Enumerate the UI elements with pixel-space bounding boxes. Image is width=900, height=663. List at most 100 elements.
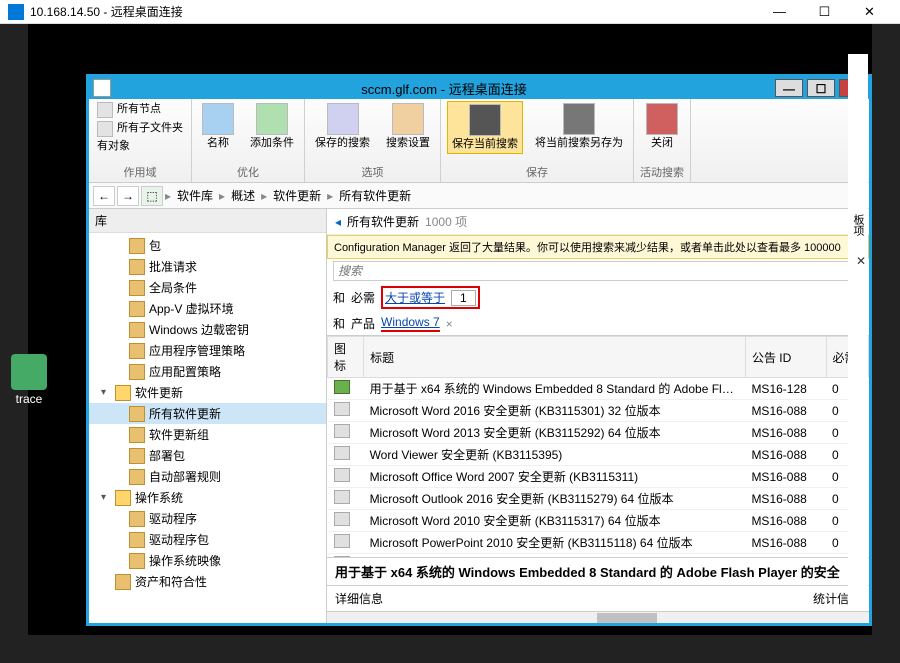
col-title[interactable]: 标题	[364, 337, 746, 378]
saved-search-button[interactable]: 保存的搜索	[311, 101, 374, 152]
tree-item-label: 软件更新组	[149, 426, 209, 443]
tree-item-label: 操作系统映像	[149, 552, 221, 569]
tree-item[interactable]: ▾操作系统	[89, 487, 326, 508]
filter-value[interactable]: 1	[451, 290, 476, 306]
search-input[interactable]	[333, 261, 863, 281]
tree-item[interactable]: 批准请求	[89, 256, 326, 277]
update-icon	[334, 468, 350, 482]
highlight-box: 大于或等于 1	[381, 286, 480, 309]
tree-item[interactable]: App-V 虚拟环境	[89, 298, 326, 319]
save-current-search-button[interactable]: 保存当前搜索	[447, 101, 523, 154]
outer-titlebar[interactable]: 10.168.14.50 - 远程桌面连接 — ☐ ✕	[0, 0, 900, 24]
current-obj-button[interactable]: 有对象	[95, 139, 185, 154]
cell-bulletin: MS16-128	[745, 378, 826, 400]
breadcrumb-item[interactable]: 概述	[225, 187, 261, 204]
tree-item[interactable]: 资产和符合性	[89, 571, 326, 592]
remove-filter-button[interactable]: ×	[446, 317, 453, 331]
horizontal-scrollbar[interactable]	[327, 611, 869, 623]
tree-item[interactable]: 应用程序管理策略	[89, 340, 326, 361]
tree-item-label: 驱动程序包	[149, 531, 209, 548]
save-search-as-button[interactable]: 将当前搜索另存为	[531, 101, 627, 152]
tree-item[interactable]: 驱动程序	[89, 508, 326, 529]
update-icon	[334, 380, 350, 394]
inner-titlebar[interactable]: sccm.glf.com - 远程桌面连接 — ☐ ✕	[89, 77, 869, 99]
all-nodes-button[interactable]: 所有节点	[95, 101, 185, 119]
tree-item-label: 包	[149, 237, 161, 254]
cell-title: Microsoft Word 2013 安全更新 (KB3115292) 64 …	[364, 422, 746, 444]
breadcrumb-item[interactable]: 所有软件更新	[333, 187, 417, 204]
tree-item-label: Windows 边载密钥	[149, 321, 249, 338]
tree-item-label: 驱动程序	[149, 510, 197, 527]
filter-product-link[interactable]: Windows 7	[381, 315, 440, 332]
panel-close-icon[interactable]: ✕	[856, 254, 866, 268]
close-button[interactable]: ✕	[847, 0, 892, 24]
table-row[interactable]: Microsoft Word 2010 安全更新 (KB3115317) 64 …	[328, 510, 869, 532]
tree-item[interactable]: 软件更新组	[89, 424, 326, 445]
tree-item[interactable]: 操作系统映像	[89, 550, 326, 571]
outer-title: 10.168.14.50 - 远程桌面连接	[30, 3, 757, 20]
cell-bulletin: MS16-088	[745, 466, 826, 488]
tree-item[interactable]: Windows 边载密钥	[89, 319, 326, 340]
app-icon	[93, 79, 111, 97]
ribbon-group-active: 关闭 活动搜索	[634, 99, 691, 182]
table-row[interactable]: Microsoft Word 2013 安全更新 (KB3115292) 64 …	[328, 422, 869, 444]
filter-row-product: 和 产品 Windows 7 ×	[327, 312, 869, 335]
update-icon	[334, 512, 350, 526]
saved-search-icon	[327, 103, 359, 135]
filter-operator-link[interactable]: 大于或等于	[385, 289, 445, 306]
back-chevron-icon[interactable]: ◂	[335, 215, 341, 229]
tree-item[interactable]: 自动部署规则	[89, 466, 326, 487]
close-search-button[interactable]: 关闭	[642, 101, 682, 152]
col-bulletin[interactable]: 公告 ID	[745, 337, 826, 378]
info-bar[interactable]: Configuration Manager 返回了大量结果。你可以使用搜索来减少…	[327, 235, 869, 259]
table-row[interactable]: Microsoft Outlook 2016 安全更新 (KB3115279) …	[328, 488, 869, 510]
tree-item-label: 应用配置策略	[149, 363, 221, 380]
tree-item[interactable]: 驱动程序包	[89, 529, 326, 550]
nav-tree: 包批准请求全局条件 App-V 虚拟环境 Windows 边载密钥应用程序管理策略应…	[89, 233, 326, 594]
tree-item[interactable]: 应用配置策略	[89, 361, 326, 382]
tab-stats[interactable]: 统计信息	[598, 586, 869, 611]
maximize-button[interactable]: ☐	[802, 0, 847, 24]
detail-tabs: 详细信息 统计信息	[327, 585, 869, 611]
tab-details[interactable]: 详细信息	[327, 586, 598, 611]
back-button[interactable]: ←	[93, 186, 115, 206]
scrollbar-thumb[interactable]	[597, 613, 657, 623]
home-button[interactable]: ⬚	[141, 186, 163, 206]
table-row[interactable]: Word Viewer 安全更新 (KB3115395)MS16-0880	[328, 444, 869, 466]
name-button[interactable]: 名称	[198, 101, 238, 152]
breadcrumb-item[interactable]: 软件更新	[267, 187, 327, 204]
forward-button[interactable]: →	[117, 186, 139, 206]
tree-item-label: 部署包	[149, 447, 185, 464]
table-row[interactable]: 用于基于 x64 系统的 Windows Embedded 8 Standard…	[328, 378, 869, 400]
breadcrumb-item[interactable]: 软件库	[171, 187, 219, 204]
tree-item[interactable]: 所有软件更新	[89, 403, 326, 424]
tree-item[interactable]: 全局条件	[89, 277, 326, 298]
tree-item[interactable]: ▾软件更新	[89, 382, 326, 403]
tree-item-label: 批准请求	[149, 258, 197, 275]
table-row[interactable]: Microsoft PowerPoint 2010 安全更新 (KB311511…	[328, 532, 869, 554]
tree-item-label: 应用程序管理策略	[149, 342, 245, 359]
table-row[interactable]: Microsoft Office Word 2007 安全更新 (KB31153…	[328, 466, 869, 488]
tree-item[interactable]: 包	[89, 235, 326, 256]
add-criteria-button[interactable]: 添加条件	[246, 101, 298, 152]
tree-item[interactable]: 部署包	[89, 445, 326, 466]
search-settings-button[interactable]: 搜索设置	[382, 101, 434, 152]
all-subfolders-button[interactable]: 所有子文件夹	[95, 120, 185, 138]
col-icon[interactable]: 图标	[328, 337, 364, 378]
inner-rdp-window: sccm.glf.com - 远程桌面连接 — ☐ ✕ 所有节点 所有子文件夹 …	[86, 74, 872, 626]
minimize-button[interactable]: —	[757, 0, 802, 24]
item-icon	[129, 511, 145, 527]
page-title: 所有软件更新	[347, 213, 419, 230]
table-row[interactable]: Microsoft Word 2016 安全更新 (KB3115301) 32 …	[328, 400, 869, 422]
ribbon-group-scope: 所有节点 所有子文件夹 有对象 作用域	[89, 99, 192, 182]
item-icon	[129, 532, 145, 548]
desktop-item-trace[interactable]: trace	[4, 354, 54, 406]
inner-maximize-button[interactable]: ☐	[807, 79, 835, 97]
cell-title: Microsoft PowerPoint 2010 安全更新 (KB311511…	[364, 532, 746, 554]
tree-item-label: App-V 虚拟环境	[149, 300, 234, 317]
item-count: 1000 项	[425, 213, 467, 230]
cell-title: 用于基于 x64 系统的 Windows Embedded 8 Standard…	[364, 378, 746, 400]
item-icon	[129, 280, 145, 296]
inner-minimize-button[interactable]: —	[775, 79, 803, 97]
cell-title: Microsoft Word 2016 安全更新 (KB3115301) 32 …	[364, 400, 746, 422]
